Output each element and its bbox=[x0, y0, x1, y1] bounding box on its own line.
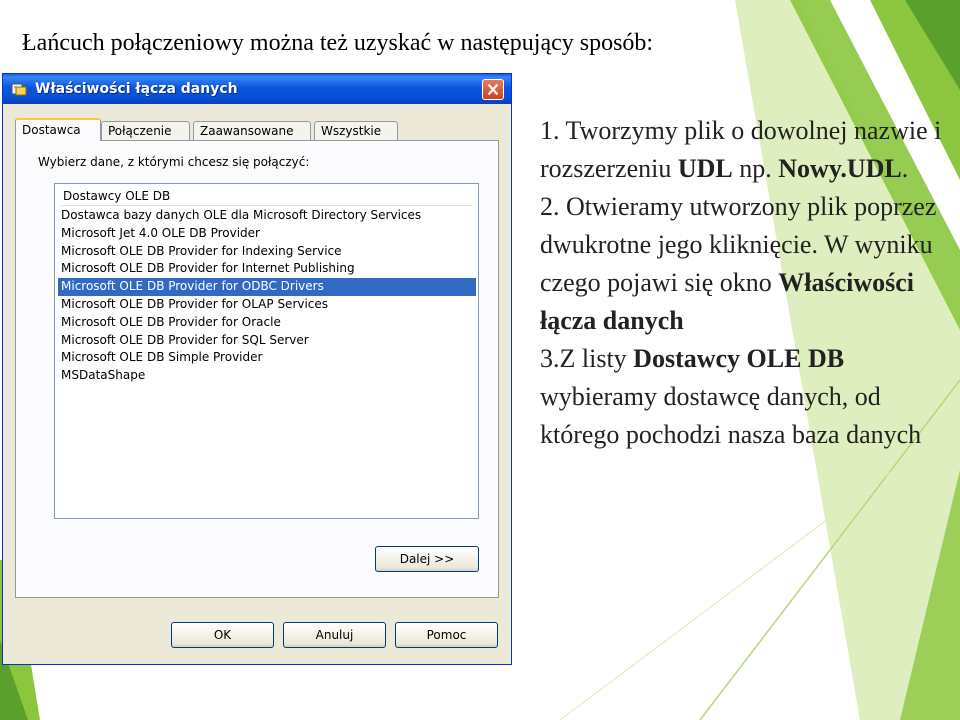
provider-list: Dostawca bazy danych OLE dla Microsoft D… bbox=[58, 207, 476, 385]
list-item[interactable]: Microsoft OLE DB Provider for Indexing S… bbox=[58, 243, 476, 261]
tab-connection[interactable]: Połączenie bbox=[101, 121, 190, 140]
tab-advanced[interactable]: Zaawansowane bbox=[193, 121, 311, 140]
ok-button[interactable]: OK bbox=[171, 622, 274, 648]
tab-provider[interactable]: Dostawca bbox=[15, 118, 101, 141]
instructions-panel: 1. Tworzymy plik o dowolnej nazwie i roz… bbox=[522, 112, 952, 454]
slide-title: Łańcuch połączeniowy można też uzyskać w… bbox=[22, 30, 654, 56]
cancel-button[interactable]: Anuluj bbox=[283, 622, 386, 648]
step-2: 2. Otwieramy utworzony plik poprzez dwuk… bbox=[540, 192, 937, 335]
step-3: 3.Z listy Dostawcy OLE DB wybieramy dost… bbox=[540, 344, 922, 449]
close-button[interactable] bbox=[482, 79, 504, 100]
dialog-titlebar[interactable]: Właściwości łącza danych bbox=[3, 74, 511, 104]
list-item[interactable]: Microsoft Jet 4.0 OLE DB Provider bbox=[58, 225, 476, 243]
provider-listbox[interactable]: Dostawcy OLE DB Dostawca bazy danych OLE… bbox=[54, 183, 479, 519]
help-button[interactable]: Pomoc bbox=[395, 622, 498, 648]
data-link-properties-dialog: Właściwości łącza danych Dostawca Połącz… bbox=[2, 73, 512, 665]
next-button[interactable]: Dalej >> bbox=[375, 546, 479, 572]
provider-tab-panel: Wybierz dane, z którymi chcesz się połąc… bbox=[15, 140, 499, 598]
list-item[interactable]: Dostawca bazy danych OLE dla Microsoft D… bbox=[58, 207, 476, 225]
close-icon bbox=[487, 83, 499, 96]
list-item[interactable]: Microsoft OLE DB Provider for Internet P… bbox=[58, 260, 476, 278]
step-1: 1. Tworzymy plik o dowolnej nazwie i roz… bbox=[540, 116, 942, 183]
list-header: Dostawcy OLE DB bbox=[60, 188, 473, 206]
list-item-selected[interactable]: Microsoft OLE DB Provider for ODBC Drive… bbox=[58, 278, 476, 296]
list-item[interactable]: Microsoft OLE DB Provider for Oracle bbox=[58, 314, 476, 332]
dialog-title: Właściwości łącza danych bbox=[35, 81, 238, 97]
list-item[interactable]: MSDataShape bbox=[58, 367, 476, 385]
provider-prompt: Wybierz dane, z którymi chcesz się połąc… bbox=[38, 155, 310, 169]
list-item[interactable]: Microsoft OLE DB Provider for SQL Server bbox=[58, 332, 476, 350]
data-link-icon bbox=[11, 83, 27, 96]
list-item[interactable]: Microsoft OLE DB Simple Provider bbox=[58, 349, 476, 367]
tab-all[interactable]: Wszystkie bbox=[314, 121, 398, 140]
list-item[interactable]: Microsoft OLE DB Provider for OLAP Servi… bbox=[58, 296, 476, 314]
